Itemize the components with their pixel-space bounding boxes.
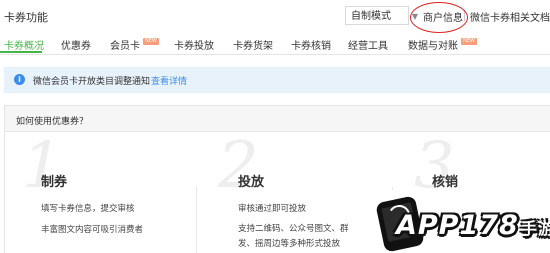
- active-tab-indicator: [0, 51, 42, 53]
- notice-banner: i 微信会员卡开放类目调整通知 查看详情: [4, 67, 550, 93]
- watermark-text: APP178手游网: [396, 210, 550, 241]
- step-line: 审核通过即可投放: [238, 204, 307, 214]
- watermark-logo: APP178手游网: [372, 190, 550, 253]
- docs-link[interactable]: 微信卡券相关文档: [470, 9, 550, 24]
- new-badge: NEW: [461, 38, 477, 45]
- step-line: 发、摇周边等多种形式投放: [238, 239, 341, 249]
- tab-data-reconciliation[interactable]: 数据与对账 NEW: [408, 37, 477, 52]
- tab-shelf[interactable]: 卡券货架: [233, 37, 273, 52]
- tab-coupons[interactable]: 优惠券: [61, 37, 91, 52]
- notice-details-link[interactable]: 查看详情: [151, 74, 187, 87]
- tab-overview[interactable]: 卡券概况: [4, 37, 44, 52]
- tab-bar: 卡券概况 优惠券 会员卡 NEW 卡券投放 卡券货架 卡券核销 经营工具 数据与对…: [0, 32, 550, 55]
- step-title: 投放: [238, 175, 265, 190]
- mode-select-value: 自制模式: [351, 11, 391, 22]
- highlight-annotation: [410, 2, 468, 33]
- guide-panel-header: 如何使用优惠券？: [5, 106, 550, 132]
- notice-text: 微信会员卡开放类目调整通知: [33, 77, 151, 87]
- info-icon: i: [14, 74, 25, 85]
- step-line: 丰富图文内容可吸引消费者: [41, 225, 144, 235]
- guide-title: 如何使用优惠券？: [16, 117, 89, 127]
- step-title: 核销: [432, 175, 459, 190]
- divider: [196, 187, 197, 253]
- step-title: 制券: [41, 175, 68, 190]
- top-bar: 卡券功能 自制模式 ▼ 商户信息 微信卡券相关文档: [0, 0, 550, 33]
- step-line: 填写卡券信息，提交审核: [41, 204, 135, 214]
- tab-membership[interactable]: 会员卡 NEW: [110, 37, 159, 52]
- mode-select[interactable]: 自制模式 ▼: [345, 6, 418, 25]
- step-line: 支持二维码、公众号图文、群: [238, 224, 349, 234]
- tab-business-tools[interactable]: 经营工具: [348, 37, 388, 52]
- new-badge: NEW: [143, 38, 159, 45]
- tab-redemption[interactable]: 卡券核销: [291, 37, 331, 52]
- page-title: 卡券功能: [4, 11, 48, 24]
- tab-distribution[interactable]: 卡券投放: [174, 37, 214, 52]
